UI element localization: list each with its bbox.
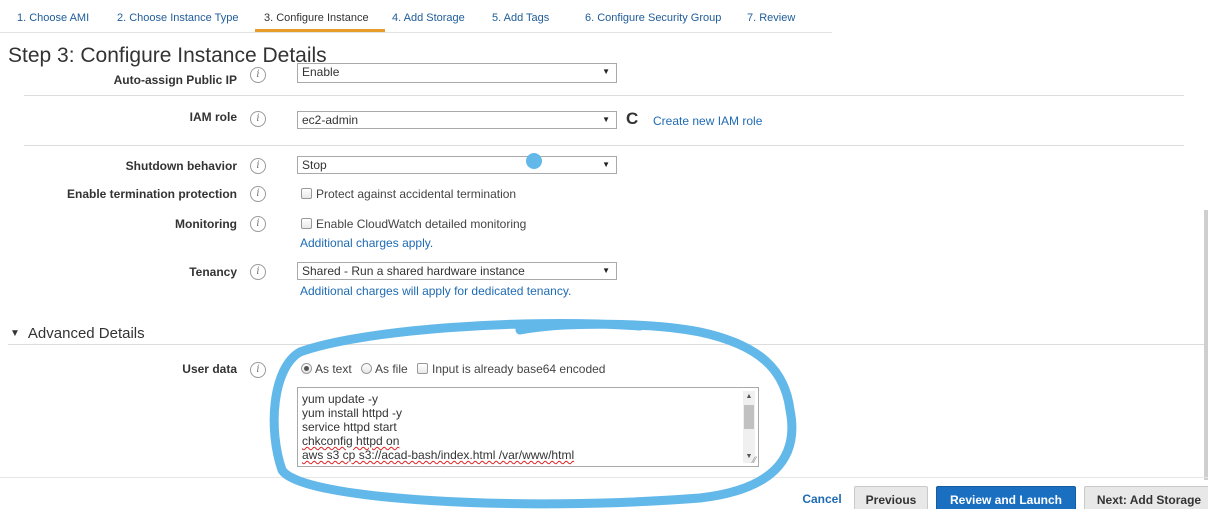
step-choose-instance-type[interactable]: 2. Choose Instance Type (117, 0, 245, 32)
caret-down-icon: ▼ (602, 160, 610, 169)
step-label: 5. Add Tags (492, 12, 550, 24)
info-icon[interactable]: i (250, 362, 266, 378)
resize-grip-icon[interactable]: ⁄⁄ (753, 456, 756, 465)
termination-checkbox-label[interactable]: Protect against accidental termination (316, 187, 516, 201)
monitoring-checkbox[interactable] (301, 218, 312, 229)
step-configure-security-group[interactable]: 6. Configure Security Group (585, 0, 735, 32)
step-add-tags[interactable]: 5. Add Tags (492, 0, 572, 32)
tenancy-value: Shared - Run a shared hardware instance (302, 264, 525, 278)
user-data-label: User data (182, 362, 237, 376)
as-file-radio[interactable] (361, 363, 372, 374)
as-text-radio[interactable] (301, 363, 312, 374)
user-data-line: aws s3 cp s3://acad-bash/index.html /var… (302, 448, 575, 462)
user-data-line: yum update -y (302, 392, 379, 406)
as-text-label[interactable]: As text (315, 362, 352, 376)
step-review[interactable]: 7. Review (747, 0, 807, 32)
step-label: 6. Configure Security Group (585, 12, 722, 24)
termination-label: Enable termination protection (66, 187, 237, 201)
caret-down-icon: ▼ (602, 266, 610, 275)
page-scrollbar[interactable] (1204, 210, 1208, 480)
step-add-storage[interactable]: 4. Add Storage (392, 0, 482, 32)
advanced-details-toggle[interactable]: ▼ Advanced Details (10, 325, 145, 342)
previous-button[interactable]: Previous (854, 486, 928, 509)
row-divider (24, 145, 1184, 146)
as-file-label[interactable]: As file (375, 362, 408, 376)
iam-role-label: IAM role (189, 110, 237, 124)
user-data-line: chkconfig httpd on (302, 434, 400, 448)
info-icon[interactable]: i (250, 67, 266, 83)
step-label: 4. Add Storage (392, 12, 465, 24)
user-data-textarea[interactable]: yum update -y yum install httpd -y servi… (297, 387, 759, 467)
termination-checkbox[interactable] (301, 188, 312, 199)
info-icon[interactable]: i (250, 264, 266, 280)
monitoring-checkbox-label[interactable]: Enable CloudWatch detailed monitoring (316, 217, 526, 231)
tenancy-select[interactable]: Shared - Run a shared hardware instance … (297, 262, 617, 280)
base64-checkbox[interactable] (417, 363, 428, 374)
shutdown-select[interactable]: Stop ▼ (297, 156, 617, 174)
step-choose-ami[interactable]: 1. Choose AMI (17, 0, 99, 32)
cancel-button[interactable]: Cancel (800, 486, 844, 509)
shutdown-label: Shutdown behavior (125, 159, 237, 173)
monitoring-charges-link[interactable]: Additional charges apply. (300, 236, 433, 250)
tenancy-label: Tenancy (189, 265, 237, 279)
monitoring-label: Monitoring (175, 217, 237, 231)
scroll-thumb[interactable] (744, 405, 754, 429)
create-iam-role-link[interactable]: Create new IAM role (653, 114, 762, 128)
section-divider (8, 344, 1208, 345)
wizard-steps: 1. Choose AMI 2. Choose Instance Type 3.… (0, 0, 832, 32)
refresh-icon[interactable]: C (626, 109, 638, 129)
caret-down-icon: ▼ (602, 67, 610, 76)
textarea-scrollbar[interactable]: ▲ ▼ (743, 391, 755, 463)
row-divider (24, 95, 1184, 96)
step-label: 7. Review (747, 12, 796, 24)
iam-role-value: ec2-admin (302, 113, 359, 127)
shutdown-value: Stop (302, 158, 327, 172)
step-label: 3. Configure Instance (264, 12, 369, 24)
review-and-launch-button[interactable]: Review and Launch (936, 486, 1076, 509)
scroll-up-icon[interactable]: ▲ (743, 391, 755, 403)
caret-down-icon: ▼ (602, 115, 610, 124)
info-icon[interactable]: i (250, 111, 266, 127)
iam-role-select[interactable]: ec2-admin ▼ (297, 111, 617, 129)
cursor-highlight-dot (526, 153, 542, 169)
steps-divider (0, 32, 832, 33)
step-label: 2. Choose Instance Type (117, 12, 239, 24)
step-configure-instance[interactable]: 3. Configure Instance (255, 0, 385, 32)
user-data-line: service httpd start (302, 420, 397, 434)
public-ip-label: Auto-assign Public IP (113, 73, 237, 87)
info-icon[interactable]: i (250, 186, 266, 202)
step-label: 1. Choose AMI (17, 12, 90, 24)
footer-divider (0, 477, 1208, 478)
info-icon[interactable]: i (250, 216, 266, 232)
user-data-content: yum update -y yum install httpd -y servi… (302, 392, 574, 462)
advanced-details-title: Advanced Details (27, 325, 145, 342)
page-title: Step 3: Configure Instance Details (8, 44, 327, 67)
user-data-line: yum install httpd -y (302, 406, 403, 420)
triangle-down-icon: ▼ (10, 328, 20, 339)
tenancy-charges-link[interactable]: Additional charges will apply for dedica… (300, 284, 571, 298)
base64-label[interactable]: Input is already base64 encoded (432, 362, 605, 376)
info-icon[interactable]: i (250, 158, 266, 174)
public-ip-select[interactable]: Enable ▼ (297, 63, 617, 83)
next-add-storage-button[interactable]: Next: Add Storage (1084, 486, 1208, 509)
